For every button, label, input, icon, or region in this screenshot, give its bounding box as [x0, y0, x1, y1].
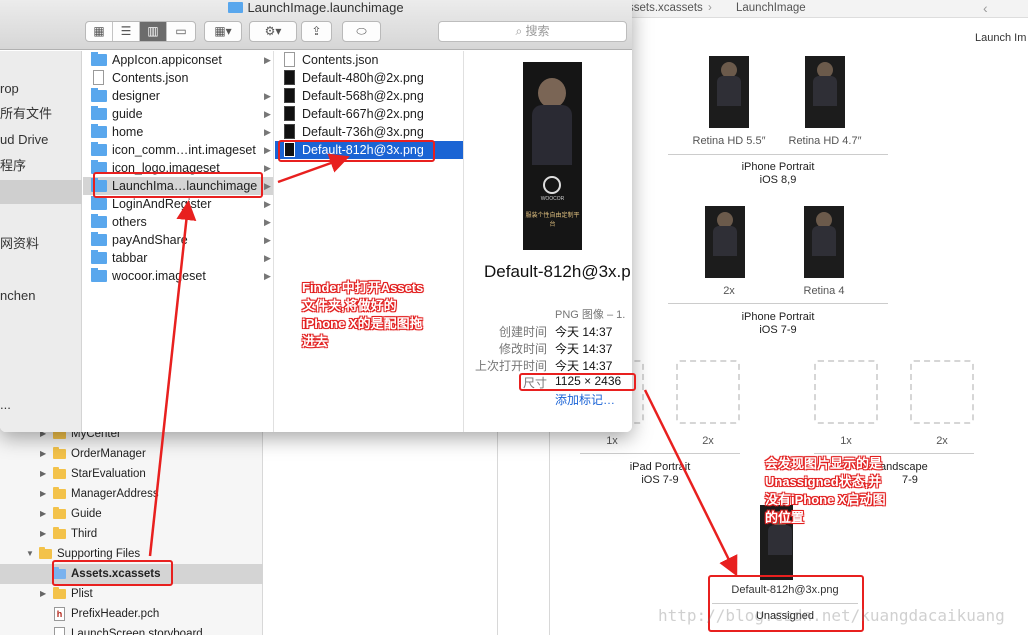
note-line: 的位置 — [765, 510, 805, 525]
annotation-note-unassigned: 会发现图片显示的是 Unassigned状态,并 没有iPhone X启动图 的… — [765, 455, 886, 527]
annotation-note-finder: Finder中打开Assets 文件夹,将做好的 iPhone X的是配图拖 进… — [302, 279, 423, 351]
screenshot-stage: ▶ MyCenter ▶ OrderManager ▶ StarEvaluation ▶ Ma… — [0, 0, 1028, 635]
note-line: 没有iPhone X启动图 — [765, 492, 886, 507]
arrow-folder-to-png — [277, 153, 350, 184]
note-line: 会发现图片显示的是 — [765, 456, 883, 471]
arrow-dimensions-to-unassigned — [643, 389, 738, 577]
note-line: Unassigned状态,并 — [765, 474, 882, 489]
watermark: http://blog.csdn.net/kuangdacaikuang — [658, 606, 1005, 625]
note-line: 进去 — [302, 334, 329, 349]
note-line: Finder中打开Assets — [302, 280, 424, 295]
note-line: 文件夹,将做好的 — [302, 298, 397, 313]
note-line: iPhone X的是配图拖 — [302, 316, 423, 331]
annotation-arrows — [148, 153, 738, 577]
arrow-assets-to-folder — [148, 200, 197, 557]
